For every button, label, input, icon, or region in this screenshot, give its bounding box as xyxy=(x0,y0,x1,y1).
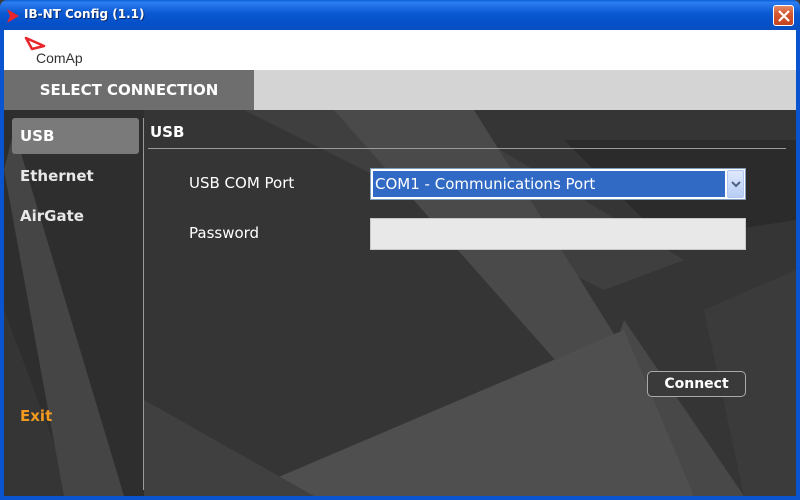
panel-title-divider xyxy=(148,148,786,149)
sidebar-item-ethernet[interactable]: Ethernet xyxy=(12,158,139,194)
close-button[interactable] xyxy=(773,5,794,26)
logo-text: ComAp xyxy=(36,50,83,66)
chevron-down-icon xyxy=(731,181,741,188)
comap-logo: ComAp xyxy=(24,36,94,66)
sidebar-item-airgate[interactable]: AirGate xyxy=(12,198,139,234)
logo-header: ComAp xyxy=(4,30,796,70)
com-port-label: USB COM Port xyxy=(189,174,295,192)
com-port-dropdown-button[interactable] xyxy=(727,170,744,198)
app-icon xyxy=(7,9,19,23)
password-field[interactable] xyxy=(370,218,746,250)
title-bar: IB-NT Config (1.1) xyxy=(0,0,800,30)
connect-button[interactable]: Connect xyxy=(647,371,746,397)
window-title: IB-NT Config (1.1) xyxy=(24,7,145,21)
sidebar: USB Ethernet AirGate Exit xyxy=(4,110,143,496)
exit-button[interactable]: Exit xyxy=(12,398,139,434)
close-icon xyxy=(778,10,790,22)
section-header-bar: SELECT CONNECTION xyxy=(4,70,796,110)
section-title: SELECT CONNECTION xyxy=(4,70,254,110)
sidebar-divider xyxy=(143,118,144,490)
window-frame-right xyxy=(796,30,800,500)
window-frame-bottom xyxy=(0,496,800,500)
com-port-select[interactable]: COM1 - Communications Port xyxy=(370,168,746,200)
panel-title: USB xyxy=(150,123,185,141)
password-label: Password xyxy=(189,224,260,242)
sidebar-item-usb[interactable]: USB xyxy=(12,118,139,154)
com-port-selected-value: COM1 - Communications Port xyxy=(373,171,725,197)
